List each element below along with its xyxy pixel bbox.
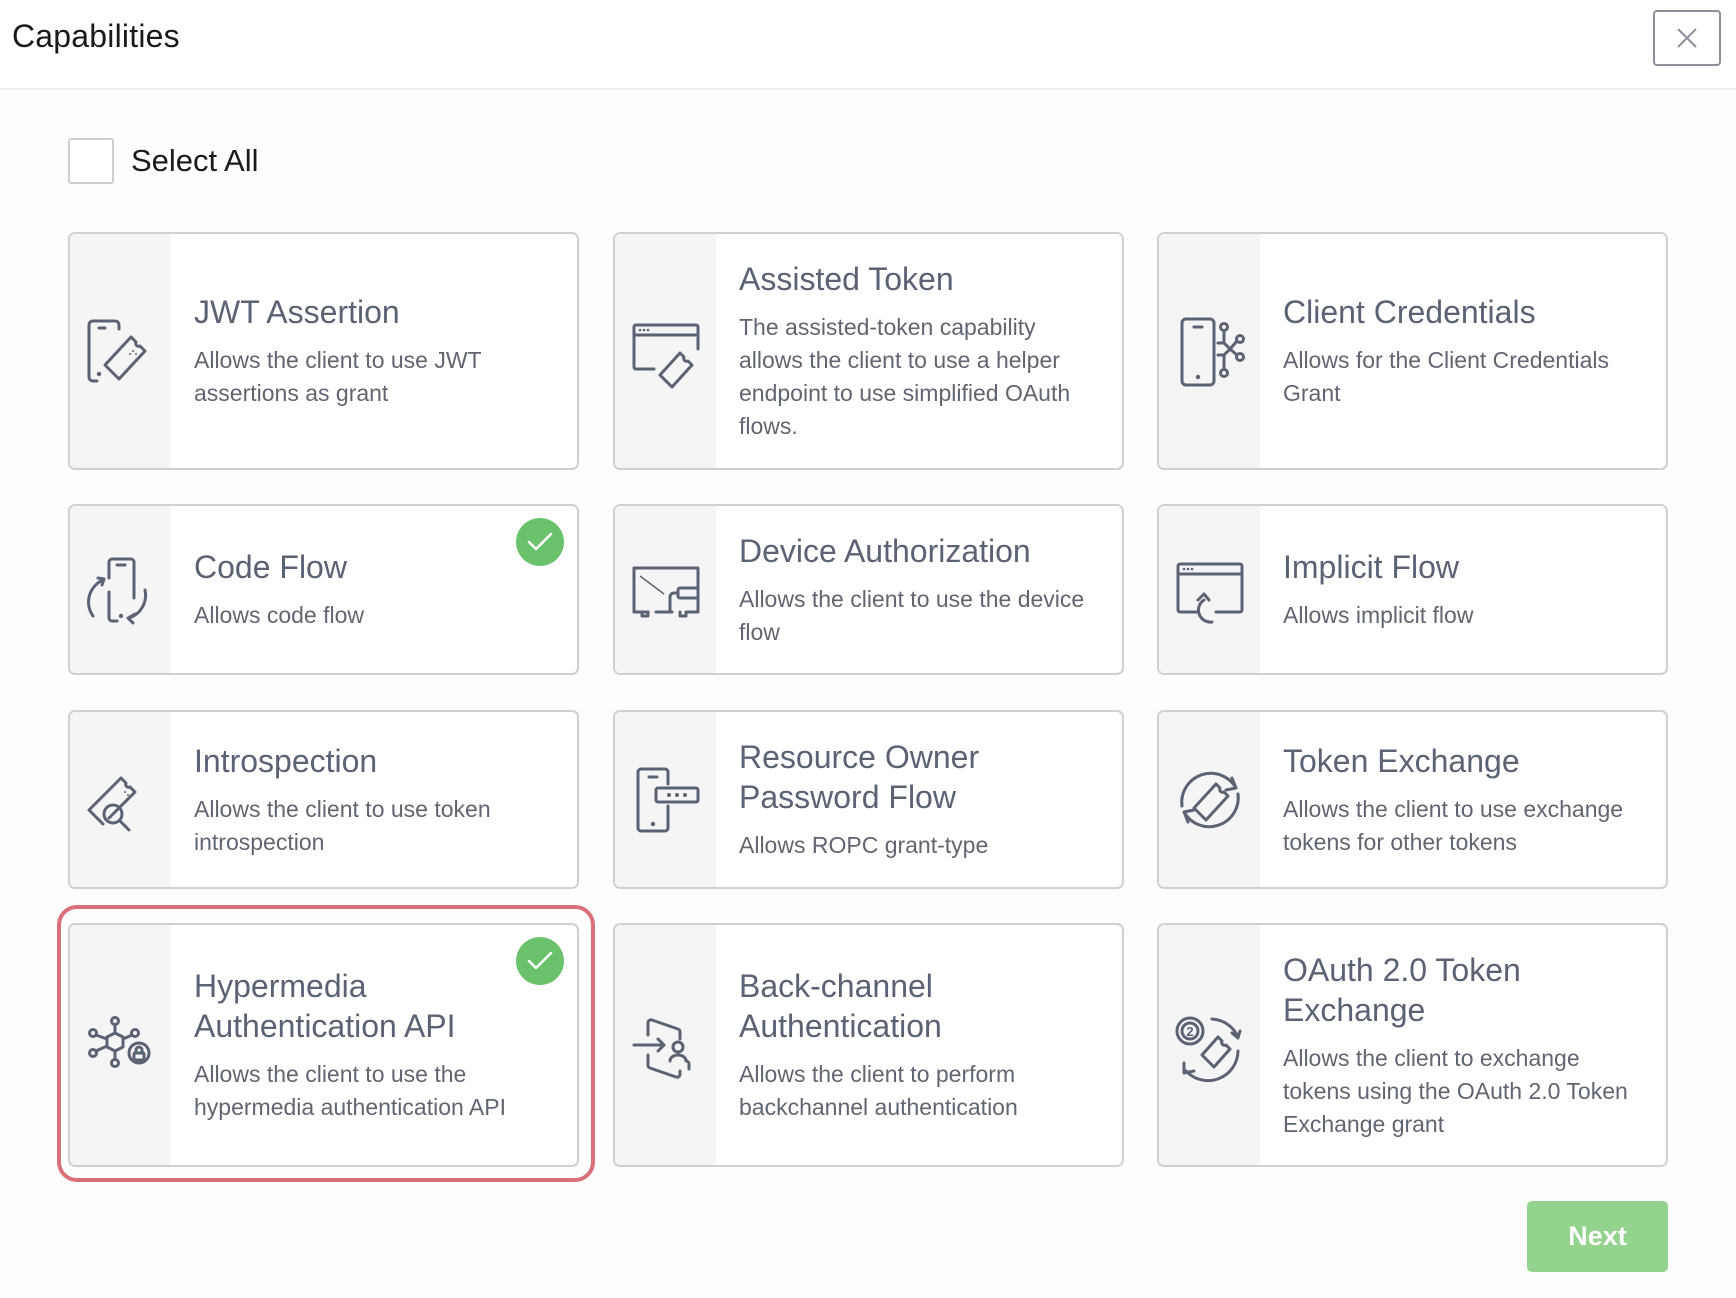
card-title: Introspection bbox=[194, 742, 378, 779]
select-all-box[interactable] bbox=[68, 138, 114, 184]
card-description: Allows the client to use the hypermedia … bbox=[194, 1061, 506, 1120]
capability-card-client-credentials[interactable]: Client Credentials Allows for the Client… bbox=[1157, 232, 1668, 470]
card-description: Allows the client to exchange tokens usi… bbox=[1283, 1044, 1628, 1137]
capability-card-introspection[interactable]: Introspection Allows the client to use t… bbox=[68, 710, 579, 889]
capability-card-assisted-token[interactable]: Assisted Token The assisted-token capabi… bbox=[613, 232, 1124, 470]
card-title: Assisted Token bbox=[739, 261, 954, 297]
card-title: Code Flow bbox=[194, 549, 347, 585]
capability-card-backchannel-auth[interactable]: Back-channel Authentication Allows the c… bbox=[613, 923, 1124, 1167]
next-button[interactable]: Next bbox=[1527, 1201, 1668, 1272]
device-icon bbox=[632, 566, 699, 617]
phone-password-icon bbox=[636, 767, 699, 832]
card-description: Allows ROPC grant-type bbox=[739, 832, 989, 858]
card-description: Allows the client to use JWT assertions … bbox=[194, 347, 482, 406]
capability-card-implicit-flow[interactable]: Implicit Flow Allows implicit flow bbox=[1157, 504, 1668, 675]
checkmark-icon bbox=[527, 532, 553, 551]
capability-card-device-authorization[interactable]: Device Authorization Allows the client t… bbox=[613, 504, 1124, 675]
card-description: Allows code flow bbox=[194, 602, 365, 628]
ticket-exchange-icon bbox=[1179, 771, 1240, 828]
close-icon bbox=[1677, 28, 1697, 48]
dialog-title: Capabilities bbox=[12, 18, 180, 54]
browser-return-icon bbox=[1176, 562, 1243, 624]
phone-ticket-icon bbox=[87, 319, 146, 383]
card-description: Allows the client to use exchange tokens… bbox=[1283, 795, 1624, 855]
capability-card-ropc[interactable]: Resource Owner Password Flow Allows ROPC… bbox=[613, 710, 1124, 889]
card-title: Implicit Flow bbox=[1283, 549, 1460, 585]
card-title: Device Authorization bbox=[739, 532, 1031, 569]
dialog-header: Capabilities bbox=[0, 0, 1736, 90]
selected-check-badge bbox=[516, 937, 564, 985]
oauth2-exchange-icon: 2 bbox=[1175, 1016, 1241, 1083]
selected-check-badge bbox=[516, 518, 564, 566]
card-description: The assisted-token capability allows the… bbox=[739, 314, 1071, 439]
phone-network-icon bbox=[1180, 317, 1245, 387]
phone-sync-icon bbox=[86, 557, 147, 624]
card-description: Allows the client to perform backchannel… bbox=[739, 1061, 1018, 1120]
card-title: Resource Owner Password Flow bbox=[739, 739, 980, 815]
card-description: Allows for the Client Credentials Grant bbox=[1283, 347, 1609, 406]
card-title: JWT Assertion bbox=[194, 294, 400, 330]
capability-card-jwt-assertion[interactable]: JWT Assertion Allows the client to use J… bbox=[68, 232, 579, 470]
card-title: OAuth 2.0 Token Exchange bbox=[1283, 951, 1521, 1028]
user-enter-icon bbox=[632, 1018, 690, 1079]
card-title: Hypermedia Authentication API bbox=[194, 968, 456, 1044]
hypermedia-lock-icon bbox=[87, 1016, 150, 1068]
capability-card-code-flow[interactable]: Code Flow Allows code flow bbox=[68, 504, 579, 675]
card-title: Client Credentials bbox=[1283, 294, 1536, 330]
ticket-search-icon bbox=[87, 776, 136, 831]
browser-ticket-icon bbox=[632, 323, 699, 389]
capability-card-token-exchange[interactable]: Token Exchange Allows the client to use … bbox=[1157, 710, 1668, 889]
card-title: Token Exchange bbox=[1283, 742, 1520, 779]
card-description: Allows the client to use the device flow bbox=[739, 585, 1085, 645]
close-button[interactable] bbox=[1653, 10, 1721, 66]
capability-card-oauth2-token-exchange[interactable]: 2 OAuth 2.0 Token Exchange Allows the cl… bbox=[1157, 923, 1668, 1167]
oauth-badge-number: 2 bbox=[1186, 1024, 1193, 1039]
checkmark-icon bbox=[527, 951, 553, 970]
card-description: Allows the client to use token introspec… bbox=[194, 795, 491, 855]
select-all-label: Select All bbox=[131, 143, 259, 178]
card-description: Allows implicit flow bbox=[1283, 602, 1474, 628]
capability-card-hypermedia-auth-api[interactable]: Hypermedia Authentication API Allows the… bbox=[68, 923, 579, 1167]
select-all-checkbox[interactable]: Select All bbox=[68, 138, 259, 184]
card-title: Back-channel Authentication bbox=[739, 968, 942, 1044]
